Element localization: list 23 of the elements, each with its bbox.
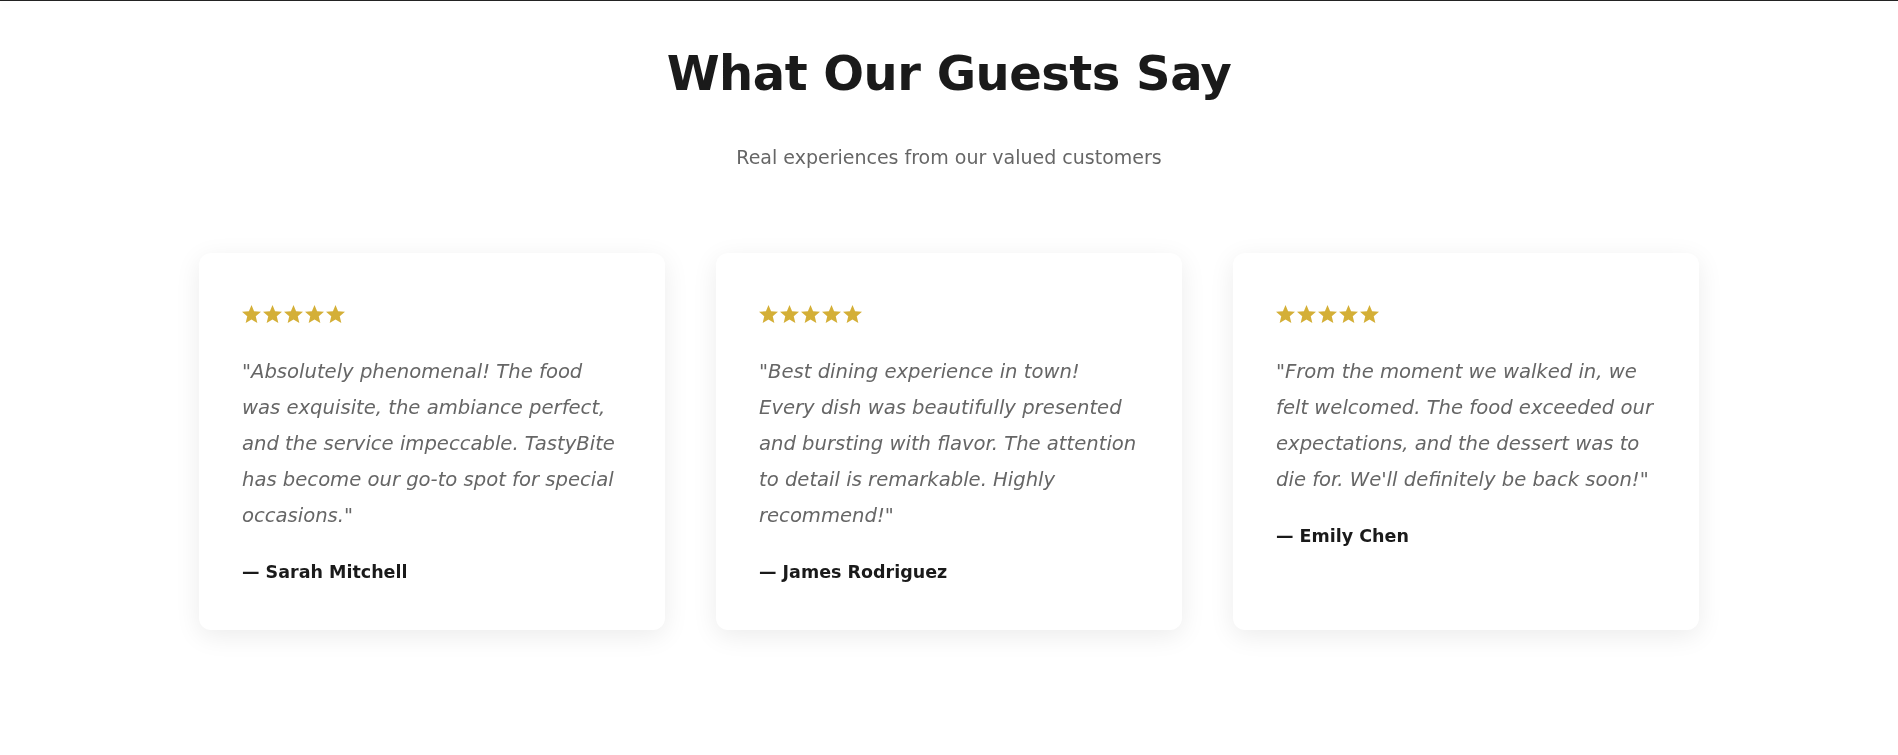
star-icon bbox=[801, 305, 820, 323]
star-icon bbox=[1276, 305, 1295, 323]
star-icon bbox=[780, 305, 799, 323]
star-icon bbox=[843, 305, 862, 323]
testimonial-quote: "From the moment we walked in, we felt welcomed. The food exceeded our expectations, and the dessert was to die for. We'll definitely be back soon!" bbox=[1276, 359, 1655, 493]
section-title: What Our Guests Say bbox=[666, 44, 1232, 103]
testimonial-quote: "Absolutely phenomenal! The food was exquisite, the ambiance perfect, and the service impeccable. TastyBite has become our go-to spot for special occasions." bbox=[242, 359, 616, 529]
star-icon bbox=[284, 305, 303, 323]
author-name: — Emily Chen bbox=[1276, 525, 1410, 548]
star-icon bbox=[242, 305, 261, 323]
star-icon bbox=[759, 305, 778, 323]
star-icon bbox=[822, 305, 841, 323]
star-icon bbox=[1339, 305, 1358, 323]
author-name: — Sarah Mitchell bbox=[242, 561, 409, 584]
section-subtitle: Real experiences from our valued customers bbox=[736, 145, 1162, 170]
star-icon bbox=[305, 305, 324, 323]
star-icon bbox=[1297, 305, 1316, 323]
author-name: — James Rodriguez bbox=[759, 561, 949, 584]
star-icon bbox=[326, 305, 345, 323]
star-icon bbox=[1318, 305, 1337, 323]
star-icon bbox=[263, 305, 282, 323]
star-icon bbox=[1360, 305, 1379, 323]
testimonial-quote: "Best dining experience in town! Every dish was beautifully presented and bursting with flavor. The attention to detail is remarkable. Highly recommend!" bbox=[759, 359, 1138, 529]
